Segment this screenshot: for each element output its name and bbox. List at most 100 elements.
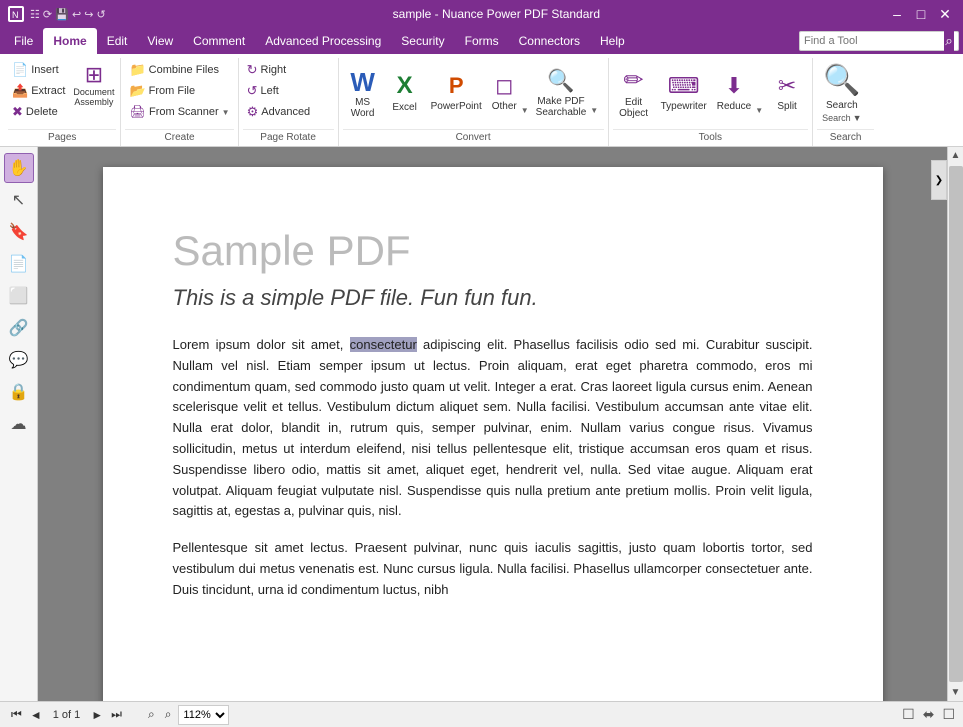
tools-group-label: Tools [613,129,809,146]
typewriter-label: Typewriter [661,101,707,112]
make-pdf-searchable-arrow[interactable]: ▼ [590,60,599,125]
prev-page-button[interactable]: ◄ [27,706,45,724]
delete-button[interactable]: ✖ Delete [8,102,69,122]
secure-tool-button[interactable]: 🔒 [4,377,34,407]
group-rotate-top: ↻ Right ↺ Left ⚙ Advanced [243,60,334,129]
window-controls[interactable]: – □ ✕ [887,4,955,24]
rotate-right-button[interactable]: ↻ Right [243,60,334,80]
rotate-vert-btns: ↻ Right ↺ Left ⚙ Advanced [243,60,334,122]
fit-page-button[interactable]: ☐ [902,706,915,723]
collapse-panel-button[interactable]: ❯ [931,160,947,200]
fit-width-button[interactable]: ⬌ [923,706,935,723]
minimize-button[interactable]: – [887,4,907,24]
other-button[interactable]: ◻ Other [488,60,521,125]
from-scanner-label: From Scanner [149,106,219,118]
title-bar-left: N ☷ ⟳ 💾 ↩ ↪ ↺ [8,6,106,22]
ribbon-group-create: 📁 Combine Files 📂 From File 🖨 From Scann… [121,58,238,146]
delete-label: Delete [26,106,58,118]
document-assembly-btn[interactable]: ⊞ DocumentAssembly [71,60,116,110]
from-scanner-icon: 🖨 [129,104,146,120]
menu-file[interactable]: File [4,28,43,54]
page-indicator: 1 of 1 [53,709,81,721]
group-tools-top: ✏ EditObject ⌨ Typewriter ⬇ Reduce ▼ ✂ [613,60,809,129]
menu-help[interactable]: Help [590,28,635,54]
title-bar: N ☷ ⟳ 💾 ↩ ↪ ↺ sample - Nuance Power PDF … [0,0,963,28]
reduce-arrow[interactable]: ▼ [755,60,764,125]
window-controls-left: ☷ ⟳ 💾 ↩ ↪ ↺ [30,8,106,21]
extract-button[interactable]: 📤 Extract [8,81,69,101]
ms-word-label: MSWord [351,97,375,119]
rotate-advanced-button[interactable]: ⚙ Advanced [243,102,334,122]
edit-object-label: EditObject [619,97,648,119]
split-button[interactable]: ✂ Split [766,60,808,125]
cloud-tool-button[interactable]: ☁ [4,409,34,439]
app-icon: N [8,6,24,22]
zoom-in-button[interactable]: ⌕ [162,705,175,724]
search-dropdown-arrow: ▼ [853,113,862,123]
from-scanner-button[interactable]: 🖨 From Scanner ▼ [125,102,233,122]
menu-edit[interactable]: Edit [97,28,138,54]
search-dropdown[interactable]: Search ▼ [822,113,861,123]
search-button[interactable]: 🔍 Search Search ▼ [817,60,866,125]
typewriter-button[interactable]: ⌨ Typewriter [657,60,711,125]
link-tool-button[interactable]: 🔗 [4,313,34,343]
scroll-down-button[interactable]: ▼ [948,684,963,701]
view-options-button[interactable]: ☐ [942,706,955,723]
right-scrollbar[interactable]: ▲ ▼ [947,147,963,701]
excel-button[interactable]: X Excel [385,60,425,125]
close-button[interactable]: ✕ [935,4,955,24]
page-tool-button[interactable]: 📄 [4,249,34,279]
menu-forms[interactable]: Forms [455,28,509,54]
comment-tool-button[interactable]: 💬 [4,345,34,375]
last-page-button[interactable]: ⏭ [108,705,125,724]
reduce-button[interactable]: ⬇ Reduce [713,60,755,125]
select-tool-button[interactable]: ↖ [4,185,34,215]
find-tool-input[interactable] [804,35,944,47]
ms-word-main[interactable]: W MSWord [344,61,382,126]
menu-connectors[interactable]: Connectors [509,28,590,54]
make-pdf-searchable-button[interactable]: 🔍 Make PDFSearchable [532,60,591,125]
rotate-right-icon: ↻ [247,62,258,78]
paragraph-1: Lorem ipsum dolor sit amet, consectetur … [173,335,813,522]
menu-security[interactable]: Security [391,28,454,54]
search-icon: 🔍 [823,63,860,98]
zoom-select[interactable]: 50% 75% 100% 112% 125% 150% 200% [178,705,229,725]
combine-files-button[interactable]: 📁 Combine Files [125,60,233,80]
insert-button[interactable]: 📄 Insert [8,60,69,80]
find-tool-box[interactable]: ⌕ [799,31,959,51]
extract-icon: 📤 [12,83,28,99]
ribbon-group-pages: 📄 Insert 📤 Extract ✖ Delete ⊞ DocumentAs… [4,58,121,146]
other-dropdown-arrow[interactable]: ▼ [521,60,530,125]
menu-view[interactable]: View [137,28,183,54]
hand-tool-button[interactable]: ✋ [4,153,34,183]
rotate-left-button[interactable]: ↺ Left [243,81,334,101]
first-page-button[interactable]: ⏮ [8,705,25,724]
powerpoint-icon: P [449,73,464,99]
maximize-button[interactable]: □ [911,4,931,24]
marker-tool-button[interactable]: 🔖 [4,217,34,247]
create-vert-btns: 📁 Combine Files 📂 From File 🖨 From Scann… [125,60,233,122]
menu-home[interactable]: Home [43,28,96,54]
document-area[interactable]: ❯ Sample PDF This is a simple PDF file. … [38,147,947,701]
other-btn-group: ◻ Other ▼ [488,60,530,125]
total-pages: 1 [74,709,80,721]
ms-word-button[interactable]: W MSWord [343,60,383,127]
ribbon-inner: 📄 Insert 📤 Extract ✖ Delete ⊞ DocumentAs… [4,58,878,146]
next-page-button[interactable]: ► [88,706,106,724]
stamp-tool-button[interactable]: ⬜ [4,281,34,311]
powerpoint-button[interactable]: P PowerPoint [427,60,486,125]
left-tool-panel: ✋ ↖ 🔖 📄 ⬜ 🔗 💬 🔒 ☁ [0,147,38,701]
page-of-label: of [62,709,74,721]
scroll-up-button[interactable]: ▲ [948,147,963,164]
scroll-thumb[interactable] [949,166,963,682]
svg-text:N: N [12,10,19,20]
rotate-right-label: Right [261,64,287,76]
edit-object-button[interactable]: ✏ EditObject [613,60,655,125]
rotate-left-icon: ↺ [247,83,258,99]
menu-advanced[interactable]: Advanced Processing [255,28,391,54]
search-group-label: Search [817,129,874,146]
from-file-button[interactable]: 📂 From File [125,81,233,101]
menu-comment[interactable]: Comment [183,28,255,54]
find-tool-button[interactable]: ⌕ [944,31,954,51]
zoom-out-button[interactable]: ⌕ [145,705,158,724]
